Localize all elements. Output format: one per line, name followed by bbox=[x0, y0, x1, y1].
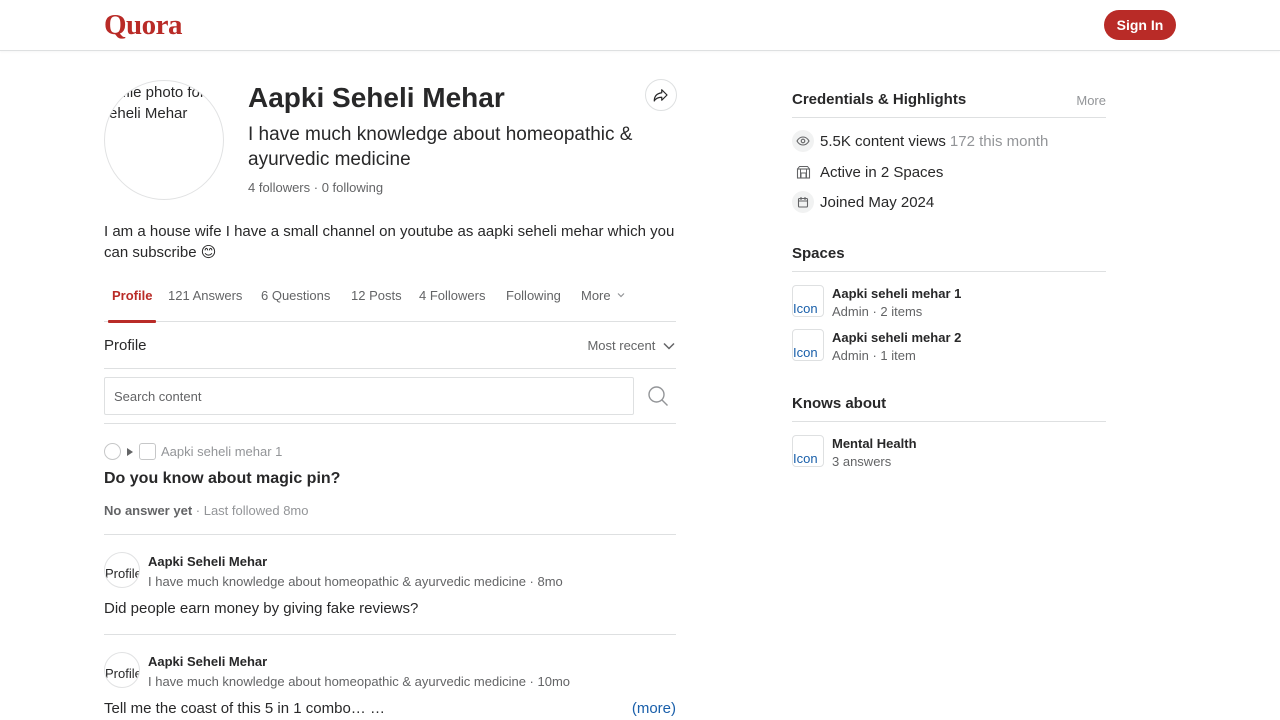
space-name[interactable]: Aapki seheli mehar 1 bbox=[161, 444, 282, 459]
tab-profile[interactable]: Profile bbox=[107, 288, 157, 323]
feed-answer: Profile Aapki Seheli Mehar I have much k… bbox=[104, 635, 676, 720]
credentials-more-link[interactable]: More bbox=[1076, 93, 1106, 108]
profile-section-header: Profile Most recent bbox=[104, 322, 676, 369]
topic-answers: 3 answers bbox=[832, 454, 892, 469]
topic-icon: Icon bbox=[792, 435, 824, 467]
topic-name[interactable]: Mental Health bbox=[832, 436, 917, 451]
profile-name: Aapki Seheli Mehar bbox=[248, 82, 505, 113]
credentials-section: Credentials & Highlights More 5.5K conte… bbox=[792, 90, 1106, 220]
space-role: Admin · 2 items bbox=[832, 304, 923, 319]
profile-photo-alt-text: Profile photo for Aapki Seheli Mehar bbox=[105, 84, 223, 122]
joined-row: Joined May 2024 bbox=[792, 191, 934, 213]
topic-icon-alt: Icon bbox=[793, 451, 818, 466]
knows-about-header: Knows about bbox=[792, 394, 1106, 422]
avatar-alt-text: Profile bbox=[105, 666, 140, 681]
content-views-row: 5.5K content views 172 this month bbox=[792, 130, 1048, 152]
chevron-down-icon bbox=[663, 342, 675, 350]
tab-posts[interactable]: 12 Posts bbox=[351, 288, 402, 322]
question-breadcrumb: Aapki seheli mehar 1 bbox=[104, 443, 282, 460]
knows-about-title: Knows about bbox=[792, 395, 887, 412]
tab-more-label: More bbox=[581, 288, 611, 303]
sign-in-button[interactable]: Sign In bbox=[1104, 10, 1176, 40]
avatar[interactable]: Profile bbox=[104, 552, 140, 588]
search-input[interactable] bbox=[104, 377, 634, 415]
tab-more[interactable]: More bbox=[581, 288, 626, 322]
topic-item[interactable]: Icon Mental Health 3 answers bbox=[792, 435, 1106, 471]
sort-dropdown[interactable]: Most recent bbox=[587, 338, 676, 353]
avatar[interactable] bbox=[104, 443, 121, 460]
calendar-icon bbox=[792, 191, 814, 213]
spaces-title: Spaces bbox=[792, 245, 845, 262]
no-answer-label: No answer yet bbox=[104, 503, 193, 518]
eye-icon bbox=[792, 130, 814, 152]
section-title: Profile bbox=[104, 337, 147, 354]
space-name[interactable]: Aapki seheli mehar 2 bbox=[832, 330, 961, 345]
credentials-title: Credentials & Highlights bbox=[792, 91, 967, 108]
question-meta: No answer yet · Last followed 8mo bbox=[104, 503, 309, 518]
space-item[interactable]: Icon Aapki seheli mehar 2 Admin · 1 item bbox=[792, 329, 1106, 365]
avatar[interactable]: Profile bbox=[104, 652, 140, 688]
profile-headline: I have much knowledge about homeopathic … bbox=[248, 124, 633, 170]
author-credential: I have much knowledge about homeopathic … bbox=[148, 574, 563, 589]
sort-label: Most recent bbox=[587, 338, 656, 353]
avatar-alt-text: Profile bbox=[105, 566, 140, 581]
feed-answer: Profile Aapki Seheli Mehar I have much k… bbox=[104, 535, 676, 635]
space-icon-alt: Icon bbox=[793, 345, 818, 360]
chevron-down-icon bbox=[617, 293, 625, 298]
content-search bbox=[104, 369, 676, 424]
profile-tabs: Profile 121 Answers 6 Questions 12 Posts… bbox=[104, 276, 676, 323]
more-link[interactable]: (more) bbox=[632, 700, 676, 717]
active-spaces[interactable]: Active in 2 Spaces bbox=[820, 164, 943, 181]
knows-about-section: Knows about Icon Mental Health 3 answers bbox=[792, 394, 1106, 484]
space-name[interactable]: Aapki seheli mehar 1 bbox=[832, 286, 961, 301]
space-icon: Icon bbox=[792, 285, 824, 317]
tab-answers[interactable]: 121 Answers bbox=[168, 288, 242, 322]
author-name[interactable]: Aapki Seheli Mehar bbox=[148, 554, 267, 569]
space-icon-alt: Icon bbox=[793, 301, 818, 316]
feed-question: Aapki seheli mehar 1 Do you know about m… bbox=[104, 424, 676, 535]
space-item[interactable]: Icon Aapki seheli mehar 1 Admin · 2 item… bbox=[792, 285, 1106, 321]
joined-date: Joined May 2024 bbox=[820, 193, 935, 211]
space-role: Admin · 1 item bbox=[832, 348, 916, 363]
tab-followers[interactable]: 4 Followers bbox=[419, 288, 485, 322]
spaces-icon bbox=[792, 161, 814, 183]
quora-logo[interactable]: Quora bbox=[104, 9, 183, 42]
question-title[interactable]: Do you know about magic pin? bbox=[104, 470, 340, 488]
spaces-section: Spaces Icon Aapki seheli mehar 1 Admin ·… bbox=[792, 244, 1106, 374]
top-bar: Quora Sign In bbox=[0, 0, 1280, 51]
share-button[interactable] bbox=[645, 79, 677, 111]
content-views-month: 172 this month bbox=[949, 132, 1049, 150]
profile-photo[interactable]: Profile photo for Aapki Seheli Mehar bbox=[104, 80, 224, 200]
credentials-header: Credentials & Highlights More bbox=[792, 90, 1106, 118]
active-spaces-row: Active in 2 Spaces bbox=[792, 161, 943, 183]
search-button[interactable] bbox=[646, 384, 670, 408]
answer-question-text[interactable]: Did people earn money by giving fake rev… bbox=[104, 600, 418, 617]
share-icon bbox=[653, 89, 668, 102]
profile-bio: I am a house wife I have a small channel… bbox=[104, 223, 675, 261]
last-followed: · Last followed 8mo bbox=[192, 503, 309, 518]
tab-questions[interactable]: 6 Questions bbox=[261, 288, 330, 322]
spaces-header: Spaces bbox=[792, 244, 1106, 272]
caret-right-icon bbox=[127, 447, 133, 456]
answer-question-text[interactable]: Tell me the coast of this 5 in 1 combo… … bbox=[104, 700, 385, 717]
space-icon: Icon bbox=[792, 329, 824, 361]
search-icon bbox=[648, 386, 668, 406]
space-thumbnail[interactable] bbox=[139, 443, 156, 460]
author-credential: I have much knowledge about homeopathic … bbox=[148, 674, 571, 689]
author-name[interactable]: Aapki Seheli Mehar bbox=[148, 654, 267, 669]
tab-following[interactable]: Following bbox=[506, 288, 561, 322]
follow-counts[interactable]: 4 followers · 0 following bbox=[248, 180, 383, 195]
content-views: 5.5K content views bbox=[820, 132, 946, 150]
